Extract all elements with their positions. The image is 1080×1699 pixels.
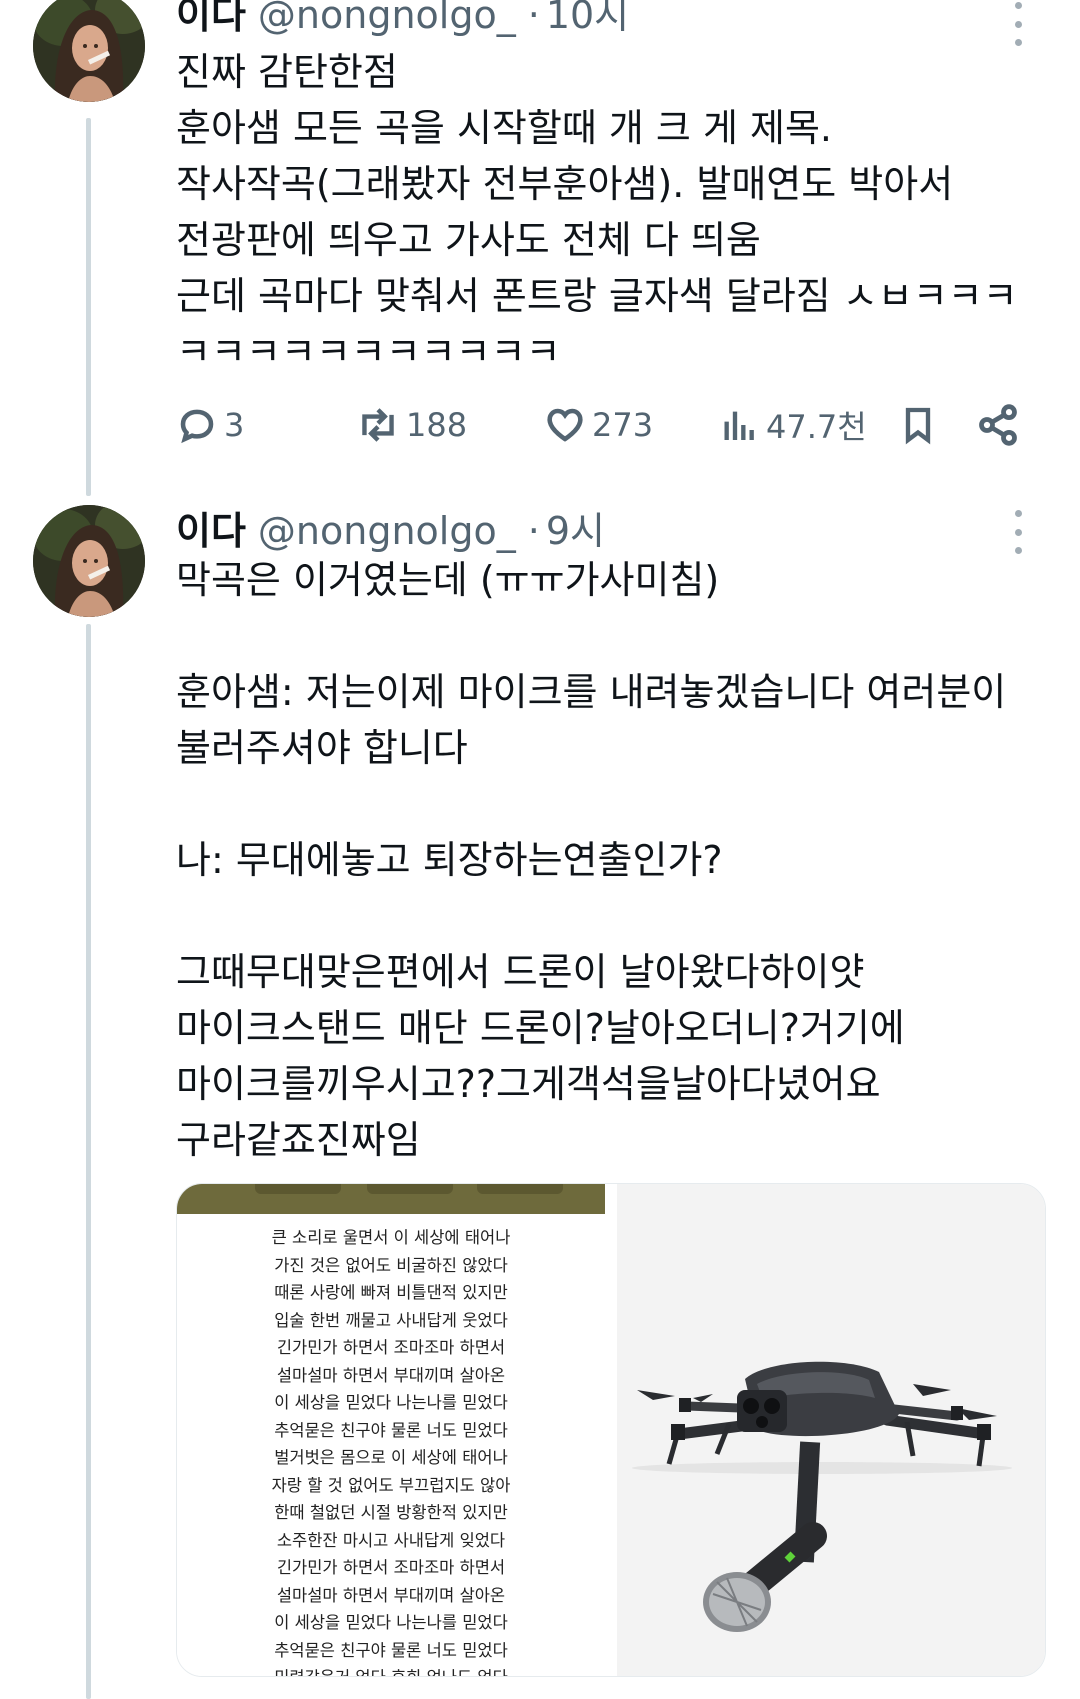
reply-icon <box>180 409 214 444</box>
lyrics-text: 큰 소리로 울면서 이 세상에 태어나 가진 것은 없어도 비굴하진 않았다 때… <box>177 1224 605 1676</box>
retweet-button[interactable]: 188 <box>356 397 467 453</box>
lyric-line: 미련같은거 없다 후회 없나도 없다 <box>177 1664 605 1676</box>
tweet-text-line: ㅋㅋㅋㅋㅋㅋㅋㅋㅋㅋㅋ <box>176 330 561 374</box>
lyric-line: 이 세상을 믿었다 나는나를 믿었다 <box>274 1393 508 1412</box>
lyric-line: 설마설마 하면서 부대끼며 살아온 <box>276 1585 506 1605</box>
thread-line-2 <box>86 624 91 1699</box>
timestamp[interactable]: 10시 <box>546 0 629 39</box>
lyric-line: 자랑 할 것 없어도 부끄럽지도 않아 <box>271 1475 511 1495</box>
tweet-text-line: 훈아샘 모든 곡을 시작할때 개 크 게 제목. <box>176 106 832 150</box>
heart-icon <box>547 408 583 442</box>
tweet-text-line: 구라같죠진짜임 <box>176 1118 421 1162</box>
lyric-line: 벌거벗은 몸으로 이 세상에 태어나 <box>274 1448 508 1467</box>
view-count: 47.7천 <box>766 408 867 446</box>
tweet-text-line <box>176 888 1006 944</box>
tweet-text: 진짜 감탄한점 훈아샘 모든 곡을 시작할때 개 크 게 제목. 작사작곡(그래… <box>176 44 1018 380</box>
separator-dot: · <box>527 0 540 37</box>
more-options-icon[interactable] <box>1010 2 1026 46</box>
tweet-text-line: 막곡은 이거였는데 (ㅠㅠ가사미침) <box>176 558 720 602</box>
tweet-header: 이다 @nongnolgo_ · 10시 <box>176 0 629 39</box>
media-gallery: 큰 소리로 울면서 이 세상에 태어나 가진 것은 없어도 비굴하진 않았다 때… <box>176 1183 1046 1677</box>
lyric-line: 큰 소리로 울면서 이 세상에 태어나 <box>271 1228 511 1247</box>
lyric-line: 한때 철없던 시절 방황한적 있지만 <box>274 1503 508 1522</box>
lyric-line: 긴가민가 하면서 조마조마 하면서 <box>276 1558 506 1577</box>
reply-count: 3 <box>224 406 245 444</box>
retweet-count: 188 <box>406 406 468 444</box>
share-icon <box>979 404 1017 446</box>
retweet-icon <box>362 408 394 442</box>
tweet-text-line: 근데 곡마다 맞춰서 폰트랑 글자색 달라짐 ㅅㅂㅋㅋㅋ <box>176 274 1018 318</box>
tweet-text-line: 나: 무대에놓고 퇴장하는연출인가? <box>176 838 723 882</box>
tweet-text-line: 진짜 감탄한점 <box>176 50 398 94</box>
tweet-text-line <box>176 608 1006 664</box>
tweet-text-line: 훈아샘: 저는이제 마이크를 내려놓겠습니다 여러분이 <box>176 670 1007 714</box>
tweet-text-line: 불러주셔야 합니다 <box>176 726 468 770</box>
lyric-line: 소주한잔 마시고 사내답게 잊었다 <box>276 1530 506 1550</box>
tweet-text: 막곡은 이거였는데 (ㅠㅠ가사미침) 훈아샘: 저는이제 마이크를 내려놓겠습니… <box>176 552 1006 1168</box>
lyric-line: 추억묻은 친구야 물론 너도 믿었다 <box>274 1420 508 1440</box>
lyric-line: 때론 사랑에 빠져 비틀댄적 있지만 <box>274 1283 508 1302</box>
like-button[interactable]: 273 <box>544 397 653 453</box>
tweet-text-line: 전광판에 띄우고 가사도 전체 다 띄움 <box>176 218 761 262</box>
timestamp[interactable]: 9시 <box>546 500 605 555</box>
avatar[interactable] <box>33 0 145 102</box>
drone-microphone-icon <box>632 1361 1012 1632</box>
lyrics-image[interactable]: 큰 소리로 울면서 이 세상에 태어나 가진 것은 없어도 비굴하진 않았다 때… <box>177 1184 605 1676</box>
tweet-header: 이다 @nongnolgo_ · 9시 <box>176 500 605 555</box>
separator-dot: · <box>527 509 540 553</box>
tweet-text-line: 작사작곡(그래봤자 전부훈아샘). 발매연도 박아서 <box>176 162 954 206</box>
tweet-text-line: 그때무대맞은편에서 드론이 날아왔다하이얏 <box>176 950 865 994</box>
bookmark-icon <box>905 407 931 445</box>
lyric-line: 긴가민가 하면서 조마조마 하면서 <box>276 1338 506 1357</box>
like-count: 273 <box>592 406 654 444</box>
user-handle[interactable]: @nongnolgo_ <box>258 0 516 37</box>
lyric-line: 이 세상을 믿었다 나는나를 믿었다 <box>274 1613 508 1632</box>
views-button[interactable]: 47.7천 <box>720 397 867 453</box>
avatar-photo-icon <box>33 0 145 102</box>
more-options-icon[interactable] <box>1010 510 1026 554</box>
avatar-photo-icon <box>33 505 145 617</box>
lyric-line: 추억묻은 친구야 물론 너도 믿었다 <box>274 1640 508 1660</box>
thread-line-1 <box>86 118 91 496</box>
display-name[interactable]: 이다 <box>176 0 246 39</box>
tweet-text-line: 마이크스탠드 매단 드론이?날아오더니?거기에 <box>176 1006 905 1050</box>
share-button[interactable] <box>976 397 1020 453</box>
display-name[interactable]: 이다 <box>176 500 246 555</box>
views-chart-icon <box>724 411 754 440</box>
user-handle[interactable]: @nongnolgo_ <box>258 509 516 553</box>
avatar[interactable] <box>33 505 145 617</box>
tweet-text-line: 마이크를끼우시고??그게객석을날아다녔어요 <box>176 1062 881 1106</box>
bookmark-button[interactable] <box>898 397 938 453</box>
drone-image[interactable] <box>617 1184 1045 1676</box>
lyric-line: 가진 것은 없어도 비굴하진 않았다 <box>274 1255 508 1275</box>
reply-button[interactable]: 3 <box>176 397 244 453</box>
lyric-line: 설마설마 하면서 부대끼며 살아온 <box>276 1365 506 1385</box>
lyric-line: 입술 한번 깨물고 사내답게 웃었다 <box>274 1310 508 1330</box>
tweet-actions: 3 188 273 47.7천 <box>176 397 1036 453</box>
tweet-text-line <box>176 776 1006 832</box>
lyrics-image-header <box>177 1184 605 1214</box>
